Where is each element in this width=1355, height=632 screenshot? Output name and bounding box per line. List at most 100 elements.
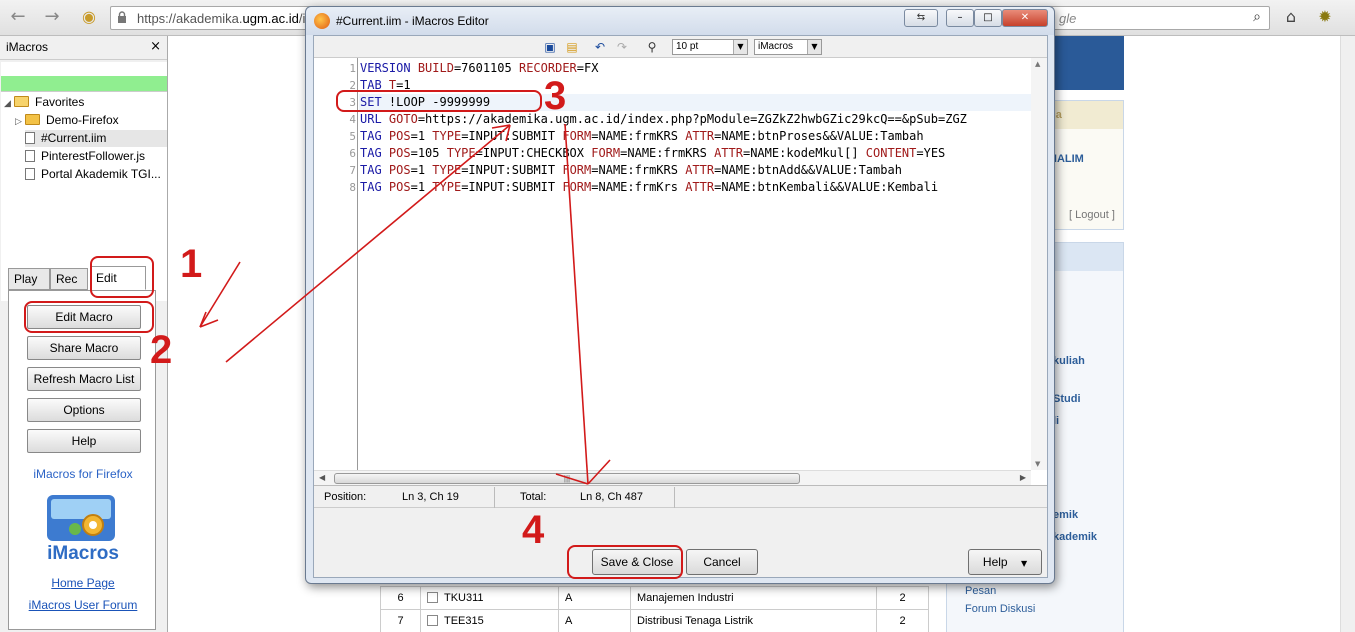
folder-open-icon [14, 96, 29, 107]
syntax-select[interactable]: iMacros ▼ [754, 39, 822, 55]
line-number-gutter: 12345678 [314, 58, 358, 485]
back-icon[interactable]: ← [6, 6, 30, 28]
row-course-name: Manajemen Industri [630, 586, 877, 610]
code-editor[interactable]: 12345678 VERSION BUILD=7601105 RECORDER=… [314, 58, 1047, 486]
chevron-down-icon: ▼ [733, 40, 747, 54]
help-label: Help [982, 555, 1008, 569]
row-checkbox[interactable] [427, 592, 438, 603]
help-button[interactable]: Help [27, 429, 141, 453]
options-button[interactable]: Options [27, 398, 141, 422]
annotation-number: 4 [522, 508, 545, 552]
position-label: Position: [324, 491, 367, 503]
row-class: A [558, 609, 631, 632]
maximize-icon[interactable]: □ [974, 9, 1002, 27]
menu-item-kuliah[interactable]: kuliah [1053, 355, 1085, 367]
tree-item-label: Favorites [35, 95, 85, 109]
total-label: Total: [520, 491, 547, 503]
save-icon[interactable]: ▣ [542, 39, 558, 55]
search-icon[interactable]: ⌕ [1253, 9, 1261, 25]
row-course-name: Distribusi Tenaga Listrik [630, 609, 877, 632]
page-scrollbar[interactable] [1340, 36, 1355, 632]
share-macro-button[interactable]: Share Macro [27, 336, 141, 360]
open-icon[interactable]: ▤ [564, 39, 580, 55]
editor-toolbar: ▣ ▤ ↶ ↷ ⚲ 10 pt ▼ iMacros ▼ [314, 36, 1047, 58]
tree-item-pinterest[interactable]: PinterestFollower.js [25, 148, 145, 165]
sidebar-header: iMacros × [0, 36, 167, 60]
annotation-number: 3 [544, 74, 567, 118]
imacros-sidebar: iMacros × ◢ Favorites ▷ Demo-Firefox #Curr… [0, 36, 168, 632]
chevron-down-icon: ▼ [1020, 559, 1028, 568]
row-code: TEE315 [444, 615, 484, 627]
annotation-box-edit-macro [24, 301, 154, 333]
redo-icon[interactable]: ↷ [614, 39, 630, 55]
minimize-icon[interactable]: – [946, 9, 974, 27]
code-line: TAG POS=1 TYPE=INPUT:SUBMIT FORM=NAME:fr… [360, 129, 924, 143]
annotation-number: 1 [180, 242, 203, 286]
expand-icon[interactable]: ◢ [4, 96, 14, 113]
row-checkbox[interactable] [427, 615, 438, 626]
total-value: Ln 8, Ch 487 [580, 491, 643, 503]
lock-icon [118, 11, 126, 23]
window-switch-icon[interactable]: ⇆ [904, 9, 938, 27]
code-line: URL GOTO=https://akademika.ugm.ac.id/ind… [360, 112, 967, 126]
home-icon[interactable]: ⌂ [1280, 6, 1302, 28]
window-close-icon[interactable]: ✕ [1002, 9, 1048, 27]
collapse-icon[interactable]: ▷ [15, 114, 25, 131]
font-size-select[interactable]: 10 pt ▼ [672, 39, 748, 55]
tree-item-label: PinterestFollower.js [41, 149, 146, 163]
code-line: TAG POS=105 TYPE=INPUT:CHECKBOX FORM=NAM… [360, 146, 946, 160]
tree-item-portal[interactable]: Portal Akademik TGI... [25, 166, 161, 183]
cancel-button[interactable]: Cancel [686, 549, 758, 575]
tree-item-current-iim[interactable]: #Current.iim [25, 130, 167, 147]
scroll-left-icon[interactable]: ◀ [319, 473, 325, 482]
logout-link[interactable]: [ Logout ] [1069, 209, 1115, 221]
row-number: 7 [380, 609, 421, 632]
help-dropdown-button[interactable]: Help ▼ [968, 549, 1042, 575]
refresh-macro-list-button[interactable]: Refresh Macro List [27, 367, 141, 391]
vertical-scrollbar[interactable]: ▲ ▼ [1031, 58, 1047, 470]
folder-icon [25, 114, 40, 125]
menu-item-akademik[interactable]: kademik [1053, 531, 1097, 543]
imacros-gear-icon[interactable]: ✹ [1314, 6, 1336, 28]
tree-item-demo-firefox[interactable]: ▷ Demo-Firefox [15, 112, 119, 129]
menu-item-studi[interactable]: Studi [1053, 393, 1081, 405]
line-number: 6 [349, 147, 356, 160]
scroll-up-icon[interactable]: ▲ [1035, 60, 1040, 68]
menu-item-emik[interactable]: emik [1053, 509, 1078, 521]
scroll-thumb[interactable]: ||| [334, 473, 800, 484]
menu-item-forum[interactable]: Forum Diskusi [965, 603, 1035, 615]
scroll-right-icon[interactable]: ▶ [1020, 473, 1026, 482]
close-icon[interactable]: × [150, 39, 161, 54]
user-forum-link[interactable]: iMacros User Forum [9, 598, 157, 612]
scroll-down-icon[interactable]: ▼ [1035, 460, 1040, 468]
editor-body: ▣ ▤ ↶ ↷ ⚲ 10 pt ▼ iMacros ▼ 12345678 VERSI… [313, 35, 1048, 578]
row-class: A [558, 586, 631, 610]
editor-status-bar: Position: Ln 3, Ch 19 Total: Ln 8, Ch 48… [314, 487, 1047, 508]
forward-icon[interactable]: → [40, 6, 64, 28]
line-number: 4 [349, 113, 356, 126]
row-credits: 2 [876, 586, 929, 610]
macro-file-icon [25, 168, 35, 180]
line-number: 7 [349, 164, 356, 177]
course-table: 6 TKU311 A Manajemen Industri 2 7 TEE315… [380, 586, 929, 632]
site-identity-icon[interactable]: ◉ [78, 6, 100, 28]
sidebar-status-area [1, 62, 167, 76]
code-line: TAG POS=1 TYPE=INPUT:SUBMIT FORM=NAME:fr… [360, 163, 902, 177]
tab-play[interactable]: Play [8, 268, 50, 290]
tab-rec[interactable]: Rec [50, 268, 88, 290]
editor-title-bar[interactable]: #Current.iim - iMacros Editor ⇆ – □ ✕ [306, 7, 1054, 35]
undo-icon[interactable]: ↶ [592, 39, 608, 55]
home-page-link[interactable]: Home Page [9, 576, 157, 590]
menu-item-pesan[interactable]: Pesan [965, 585, 996, 597]
imacros-logo-icon [47, 495, 115, 541]
row-code: TKU311 [444, 592, 484, 604]
annotation-number: 2 [150, 328, 173, 372]
script-file-icon [25, 150, 35, 162]
tree-item-favorites[interactable]: ◢ Favorites [4, 94, 84, 111]
editor-title: #Current.iim - iMacros Editor [336, 14, 489, 28]
imacros-for-firefox-text: iMacros for Firefox [33, 467, 133, 481]
tree-item-label: Demo-Firefox [46, 113, 119, 127]
horizontal-scrollbar[interactable]: ◀ ||| ▶ [314, 470, 1031, 485]
find-icon[interactable]: ⚲ [644, 39, 660, 55]
chevron-down-icon: ▼ [807, 40, 821, 54]
